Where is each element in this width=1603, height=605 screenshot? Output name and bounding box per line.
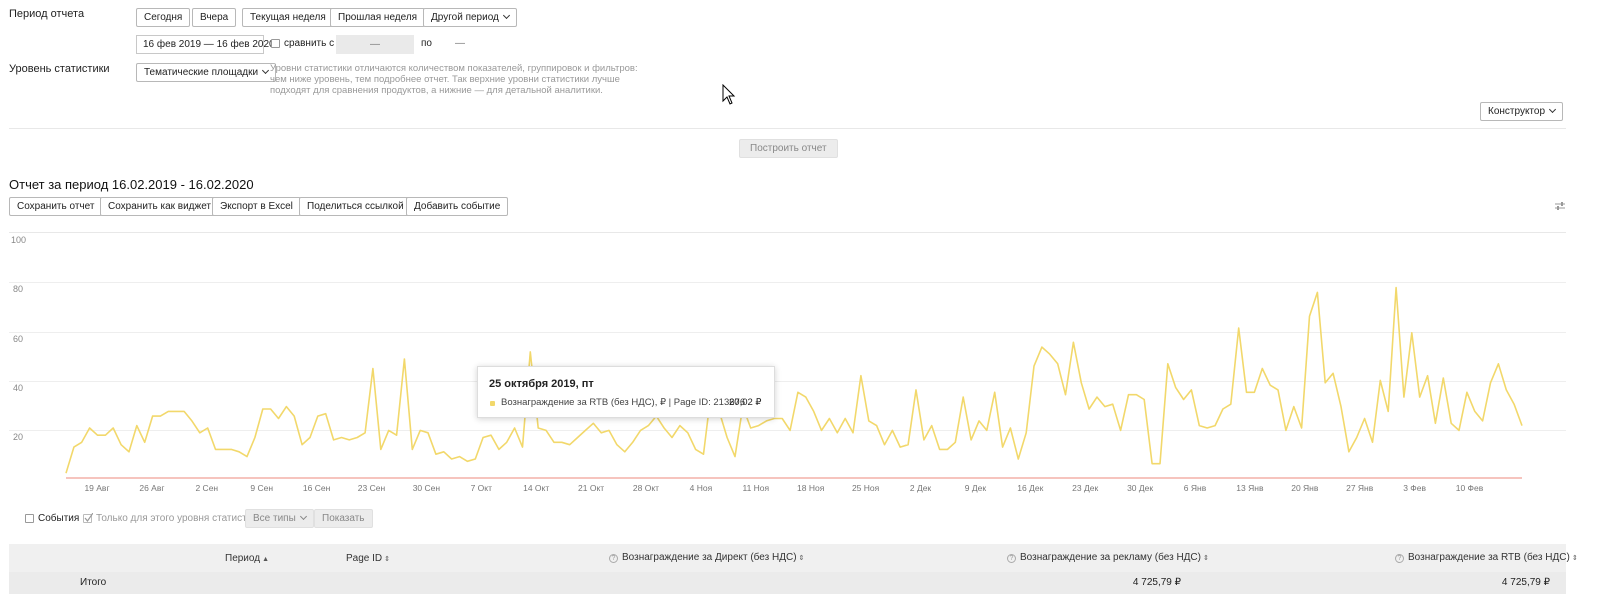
table-total-row: Итого 4 725,79 ₽ 4 725,79 ₽ [9, 572, 1566, 594]
check-icon [84, 513, 93, 522]
x-tick-label: 2 Сен [195, 483, 219, 493]
x-tick-label: 30 Сен [412, 483, 441, 493]
series-line-rtb [65, 286, 1523, 474]
column-header-period[interactable]: Период ▲ [225, 553, 269, 564]
show-events-button[interactable]: Показать [314, 509, 373, 528]
total-ads: 4 725,79 ₽ [1132, 577, 1181, 588]
sort-asc-icon: ▲ [262, 556, 270, 563]
only-level-checkbox[interactable] [83, 513, 93, 523]
x-tick-label: 16 Сен [302, 483, 331, 493]
column-header-rtb-label: Вознаграждение за RTB (без НДС) [1408, 552, 1570, 563]
series-marker-icon [490, 401, 495, 406]
chart-plot [65, 286, 1523, 479]
x-tick-label: 23 Дек [1072, 483, 1099, 493]
x-tick-label: 30 Дек [1127, 483, 1154, 493]
total-rtb: 4 725,79 ₽ [1501, 577, 1550, 588]
x-tick-label: 20 Янв [1291, 483, 1319, 493]
sort-icon: ⇕ [384, 556, 391, 563]
tooltip-date: 25 октября 2019, пт [489, 378, 594, 390]
help-icon[interactable]: ? [609, 554, 618, 563]
column-header-ads-label: Вознаграждение за рекламу (без НДС) [1020, 552, 1201, 563]
all-types-select[interactable]: Все типы [245, 509, 314, 528]
tooltip-series: Вознаграждение за RTB (без НДС), ₽ | Pag… [501, 397, 746, 408]
x-tick-label: 6 Янв [1183, 483, 1207, 493]
x-tick-label: 13 Янв [1236, 483, 1264, 493]
x-tick-label: 18 Ноя [797, 483, 825, 493]
column-header-ads[interactable]: ? Вознаграждение за рекламу (без НДС) ⇕ [1007, 552, 1209, 563]
sort-icon: ⇕ [1203, 555, 1209, 562]
x-tick-label: 9 Дек [964, 483, 987, 493]
help-icon[interactable]: ? [1395, 554, 1404, 563]
table-header: Период ▲ Page ID ⇕ ? Вознаграждение за Дире… [9, 544, 1578, 572]
x-tick-label: 14 Окт [523, 483, 550, 493]
x-tick-label: 7 Окт [470, 483, 493, 493]
x-tick-label: 21 Окт [578, 483, 605, 493]
x-tick-label: 4 Ноя [689, 483, 713, 493]
x-tick-label: 9 Сен [250, 483, 274, 493]
x-tick-label: 26 Авг [139, 483, 165, 493]
x-tick-label: 25 Ноя [851, 483, 880, 493]
total-label: Итого [80, 577, 107, 588]
chart-tooltip: 25 октября 2019, пт Вознаграждение за RT… [477, 366, 775, 418]
column-header-period-label: Период [225, 553, 261, 564]
sort-icon: ⇕ [798, 555, 805, 562]
x-tick-label: 2 Дек [909, 483, 932, 493]
x-tick-label: 11 Ноя [742, 483, 770, 493]
x-tick-label: 10 Фев [1455, 483, 1484, 493]
column-header-page-id[interactable]: Page ID ⇕ [346, 553, 390, 564]
column-header-direct[interactable]: ? Вознаграждение за Директ (без НДС) ⇕ [609, 552, 804, 563]
column-header-page-id-label: Page ID [346, 553, 383, 564]
x-tick-label: 16 Дек [1017, 483, 1044, 493]
x-tick-label: 3 Фев [1403, 483, 1426, 493]
x-tick-label: 28 Окт [632, 483, 660, 493]
sort-icon: ⇕ [1571, 555, 1578, 562]
events-label: События [38, 513, 80, 524]
chevron-down-icon [299, 512, 307, 521]
x-tick-label: 19 Авг [84, 483, 110, 493]
x-tick-label: 23 Сен [357, 483, 386, 493]
all-types-label: Все типы [253, 513, 296, 524]
only-level-label: Только для этого уровня статистики [96, 513, 263, 524]
column-header-direct-label: Вознаграждение за Директ (без НДС) [622, 552, 797, 563]
help-icon[interactable]: ? [1007, 554, 1016, 563]
tooltip-value: 20,02 ₽ [729, 397, 762, 408]
events-checkbox[interactable] [25, 514, 34, 523]
x-tick-label: 27 Янв [1346, 483, 1374, 493]
column-header-rtb[interactable]: ? Вознаграждение за RTB (без НДС) ⇕ [1395, 552, 1578, 563]
